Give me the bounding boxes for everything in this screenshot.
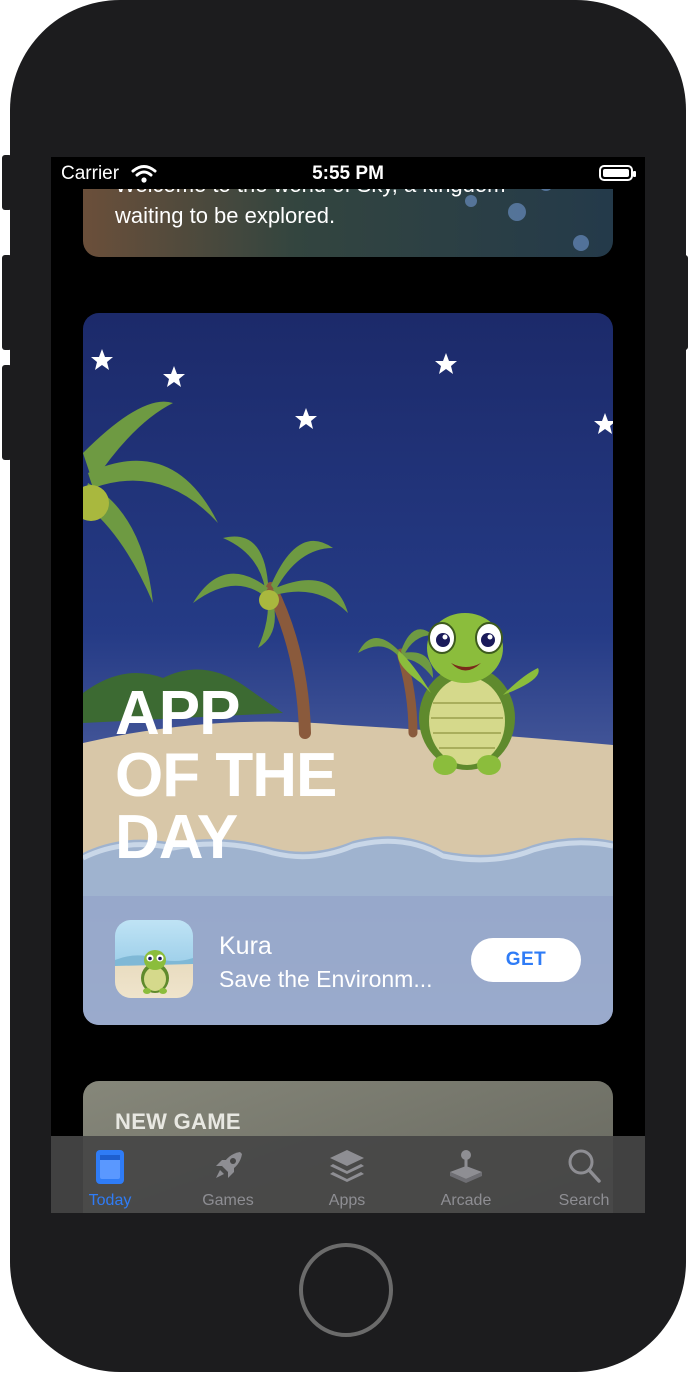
title-line: OF THE bbox=[115, 741, 337, 810]
card-label: NEW GAME bbox=[115, 1109, 241, 1134]
app-name: Kura bbox=[219, 932, 272, 960]
app-icon[interactable] bbox=[115, 920, 193, 998]
app-of-the-day-card[interactable]: APP OF THE DAY Kura Save the Environm...… bbox=[83, 313, 613, 1025]
app-info-bar: Kura Save the Environm... GET bbox=[83, 896, 613, 1025]
get-button[interactable]: GET bbox=[471, 938, 581, 982]
star-icons bbox=[91, 349, 613, 434]
tab-arcade[interactable]: Arcade bbox=[407, 1136, 525, 1213]
tab-today[interactable]: Today bbox=[51, 1136, 169, 1213]
volume-up-button bbox=[2, 255, 12, 350]
bokeh-decoration bbox=[573, 235, 589, 251]
rocket-icon bbox=[208, 1146, 248, 1186]
app-of-the-day-title: APP OF THE DAY bbox=[115, 679, 337, 872]
app-subtitle: Save the Environm... bbox=[219, 966, 433, 992]
tab-games[interactable]: Games bbox=[169, 1136, 287, 1213]
title-line: APP bbox=[115, 679, 240, 748]
tab-label: Today bbox=[88, 1192, 132, 1209]
volume-down-button bbox=[2, 365, 12, 460]
home-button[interactable] bbox=[299, 1243, 393, 1337]
title-line: DAY bbox=[115, 803, 238, 872]
joystick-icon bbox=[446, 1146, 486, 1186]
tab-bar: Today Games Apps Arcade Search bbox=[51, 1136, 645, 1213]
power-button bbox=[682, 255, 688, 350]
tab-label: Games bbox=[202, 1192, 254, 1209]
today-icon bbox=[90, 1146, 130, 1186]
battery-icon bbox=[599, 165, 636, 181]
layers-icon bbox=[327, 1146, 367, 1186]
tab-apps[interactable]: Apps bbox=[288, 1136, 406, 1213]
status-bar: Carrier 5:55 PM bbox=[51, 157, 645, 189]
screen: Carrier 5:55 PM Welcome to the world of … bbox=[51, 157, 645, 1213]
tab-label: Apps bbox=[328, 1192, 366, 1209]
clock: 5:55 PM bbox=[312, 163, 384, 184]
mute-switch bbox=[2, 155, 12, 210]
tab-label: Search bbox=[558, 1192, 610, 1209]
tab-label: Arcade bbox=[440, 1192, 492, 1209]
turtle-icon bbox=[115, 950, 193, 994]
tab-search[interactable]: Search bbox=[525, 1136, 643, 1213]
search-icon bbox=[564, 1146, 604, 1186]
